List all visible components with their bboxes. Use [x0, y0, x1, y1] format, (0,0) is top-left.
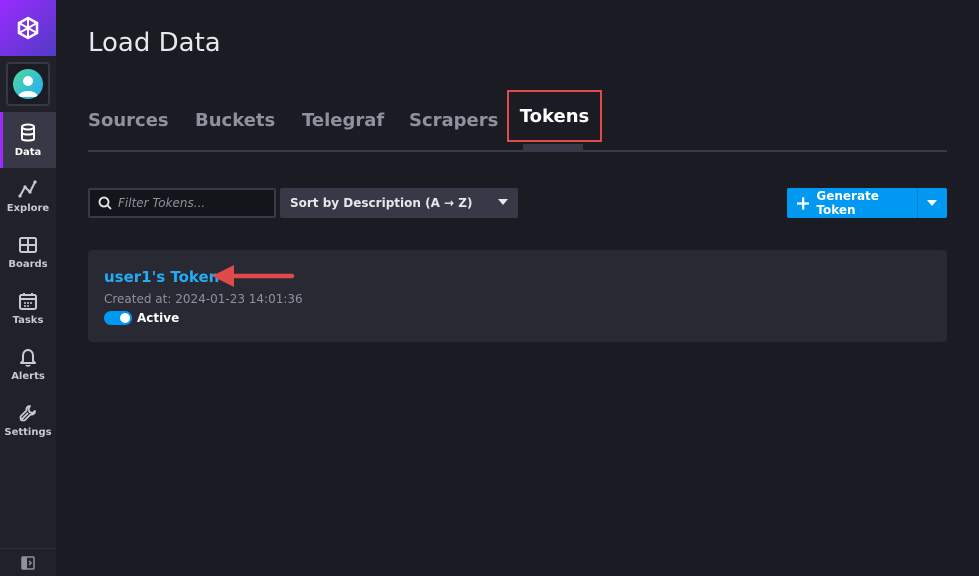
- tab-sources[interactable]: Sources: [88, 90, 169, 150]
- user-avatar-button[interactable]: [6, 62, 50, 106]
- sidebar-item-label: Explore: [6, 202, 50, 214]
- sidebar-item-label: Settings: [4, 426, 52, 438]
- sidebar-item-explore[interactable]: Explore: [0, 168, 56, 224]
- sidebar-item-label: Tasks: [12, 314, 44, 326]
- token-created-date: Created at: 2024-01-23 14:01:36: [104, 292, 303, 306]
- avatar: [13, 69, 43, 99]
- sidebar-item-alerts[interactable]: Alerts: [0, 336, 56, 392]
- token-card: user1's Token Created at: 2024-01-23 14:…: [88, 250, 947, 342]
- sidebar-item-boards[interactable]: Boards: [0, 224, 56, 280]
- filter-tokens-input[interactable]: [118, 196, 268, 210]
- sidebar-collapse-button[interactable]: [0, 548, 56, 576]
- filter-tokens-field[interactable]: [88, 188, 276, 218]
- tab-scrapers[interactable]: Scrapers: [409, 90, 498, 150]
- user-avatar-icon: [18, 76, 38, 97]
- token-status: Active: [104, 311, 179, 325]
- sort-dropdown[interactable]: Sort by Description (A → Z): [280, 188, 518, 218]
- generate-token-dropdown-toggle[interactable]: [917, 188, 947, 218]
- tab-tokens[interactable]: Tokens: [507, 90, 602, 142]
- calendar-icon: [19, 292, 37, 310]
- tab-bar: Sources Buckets Telegraf Scrapers Tokens: [88, 90, 947, 152]
- sidebar-collapse-icon: [21, 555, 35, 570]
- graph-line-icon: [18, 179, 37, 198]
- page-title: Load Data: [88, 28, 221, 58]
- search-icon: [98, 196, 112, 210]
- active-tab-indicator: [523, 144, 583, 150]
- database-icon: [21, 123, 35, 141]
- caret-down-icon: [927, 199, 937, 206]
- token-name-link[interactable]: user1's Token: [104, 268, 219, 286]
- sidebar-item-tasks[interactable]: Tasks: [0, 280, 56, 336]
- influx-cubo-icon: [17, 16, 39, 40]
- generate-token-label: Generate Token: [816, 189, 879, 217]
- sort-dropdown-label: Sort by Description (A → Z): [290, 196, 473, 210]
- tab-buckets[interactable]: Buckets: [195, 90, 275, 150]
- logo[interactable]: [0, 0, 56, 56]
- wrench-icon: [19, 404, 36, 421]
- bell-icon: [20, 348, 36, 367]
- plus-icon: [797, 196, 810, 210]
- generate-token-button[interactable]: Generate Token: [787, 188, 947, 218]
- caret-down-icon: [498, 199, 508, 205]
- sidebar-item-label: Alerts: [11, 370, 45, 382]
- token-active-toggle[interactable]: [104, 311, 132, 325]
- sidebar: Data Explore Boards Tasks Alerts Setting…: [0, 0, 56, 576]
- sidebar-item-label: Data: [14, 146, 42, 158]
- sidebar-item-label: Boards: [8, 258, 48, 270]
- sidebar-item-settings[interactable]: Settings: [0, 392, 56, 448]
- red-arrow-annotation: [212, 265, 295, 287]
- sidebar-item-data[interactable]: Data: [0, 112, 56, 168]
- tab-telegraf[interactable]: Telegraf: [302, 90, 384, 150]
- generate-token-main[interactable]: Generate Token: [787, 188, 917, 218]
- token-status-label: Active: [137, 311, 180, 325]
- dashboard-grid-icon: [19, 236, 37, 253]
